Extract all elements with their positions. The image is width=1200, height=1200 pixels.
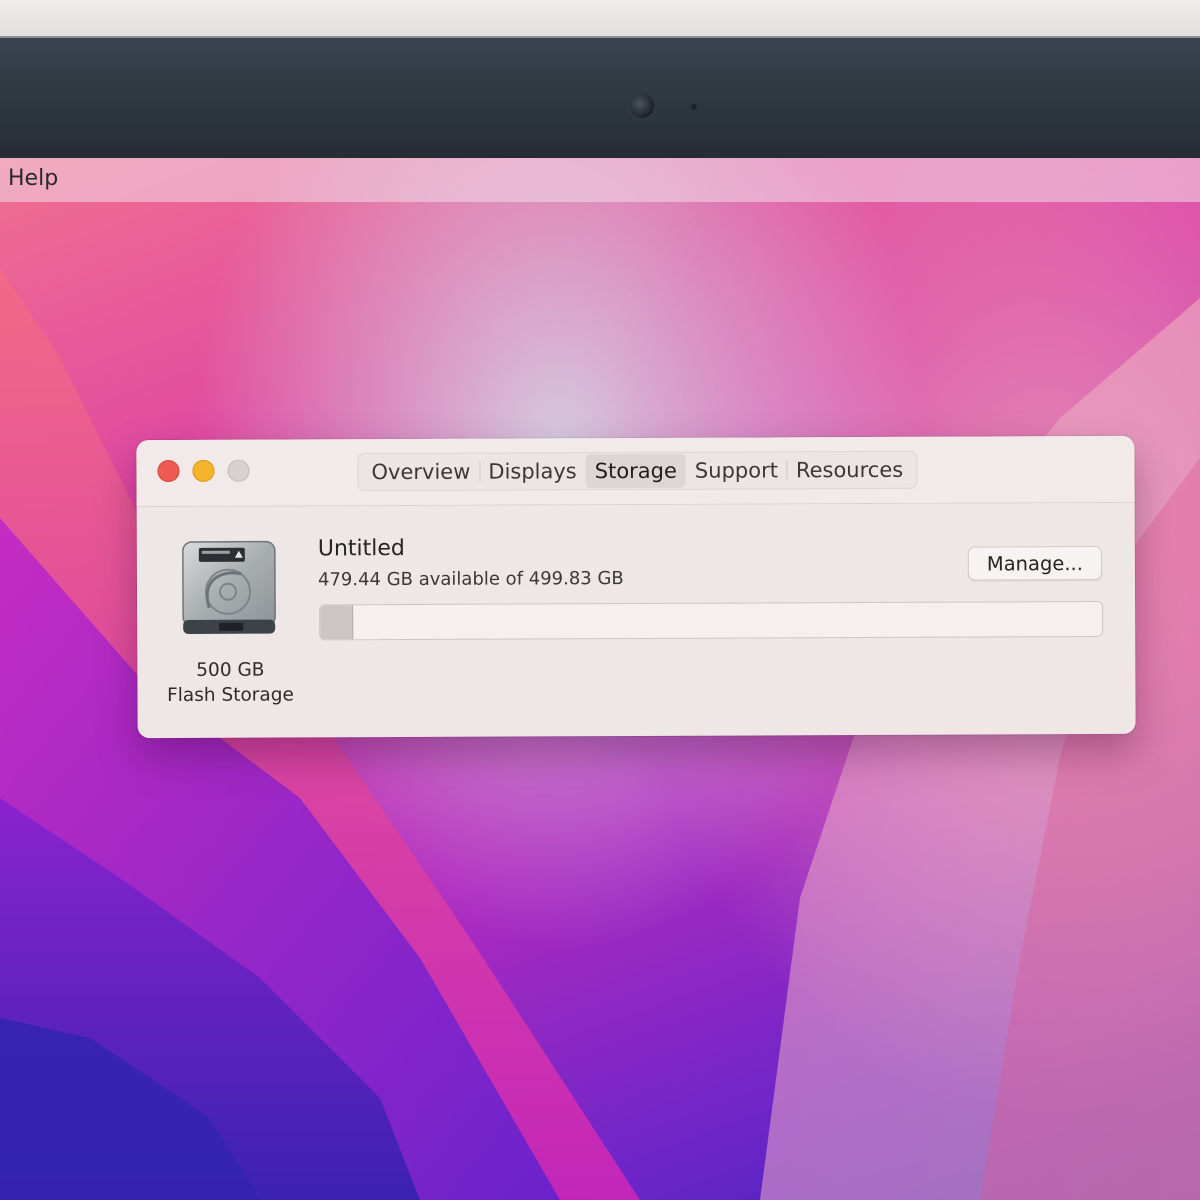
manage-button[interactable]: Manage...: [967, 545, 1102, 581]
screen-bezel: [0, 36, 1200, 168]
desktop: Help Overview Displays Storage Support R…: [0, 158, 1200, 1200]
camera-indicator-icon: [691, 104, 697, 110]
storage-used-segment: [320, 605, 354, 640]
drive-capacity: 500 GB: [196, 659, 265, 681]
tab-support[interactable]: Support: [686, 453, 787, 487]
tab-resources[interactable]: Resources: [787, 453, 912, 488]
window-titlebar: Overview Displays Storage Support Resour…: [136, 435, 1135, 508]
webcam-icon: [630, 94, 654, 118]
zoom-button[interactable]: [227, 459, 250, 482]
tab-overview[interactable]: Overview: [362, 455, 479, 490]
hard-drive-icon: [182, 540, 276, 634]
close-button[interactable]: [157, 459, 180, 483]
tab-storage[interactable]: Storage: [585, 453, 686, 489]
menu-bar: Help: [0, 158, 1200, 202]
tab-bar: Overview Displays Storage Support Resour…: [357, 450, 918, 492]
storage-usage-bar: [319, 600, 1104, 641]
tab-displays[interactable]: Displays: [479, 454, 586, 488]
about-this-mac-window: Overview Displays Storage Support Resour…: [136, 435, 1136, 739]
volume-availability: 479.44 GB available of 499.83 GB: [317, 568, 624, 591]
minimize-button[interactable]: [192, 459, 215, 482]
drive-caption: 500 GB Flash Storage: [159, 657, 301, 708]
drive-type: Flash Storage: [167, 684, 294, 707]
volume-name: Untitled: [317, 536, 405, 562]
menu-help[interactable]: Help: [8, 166, 58, 191]
